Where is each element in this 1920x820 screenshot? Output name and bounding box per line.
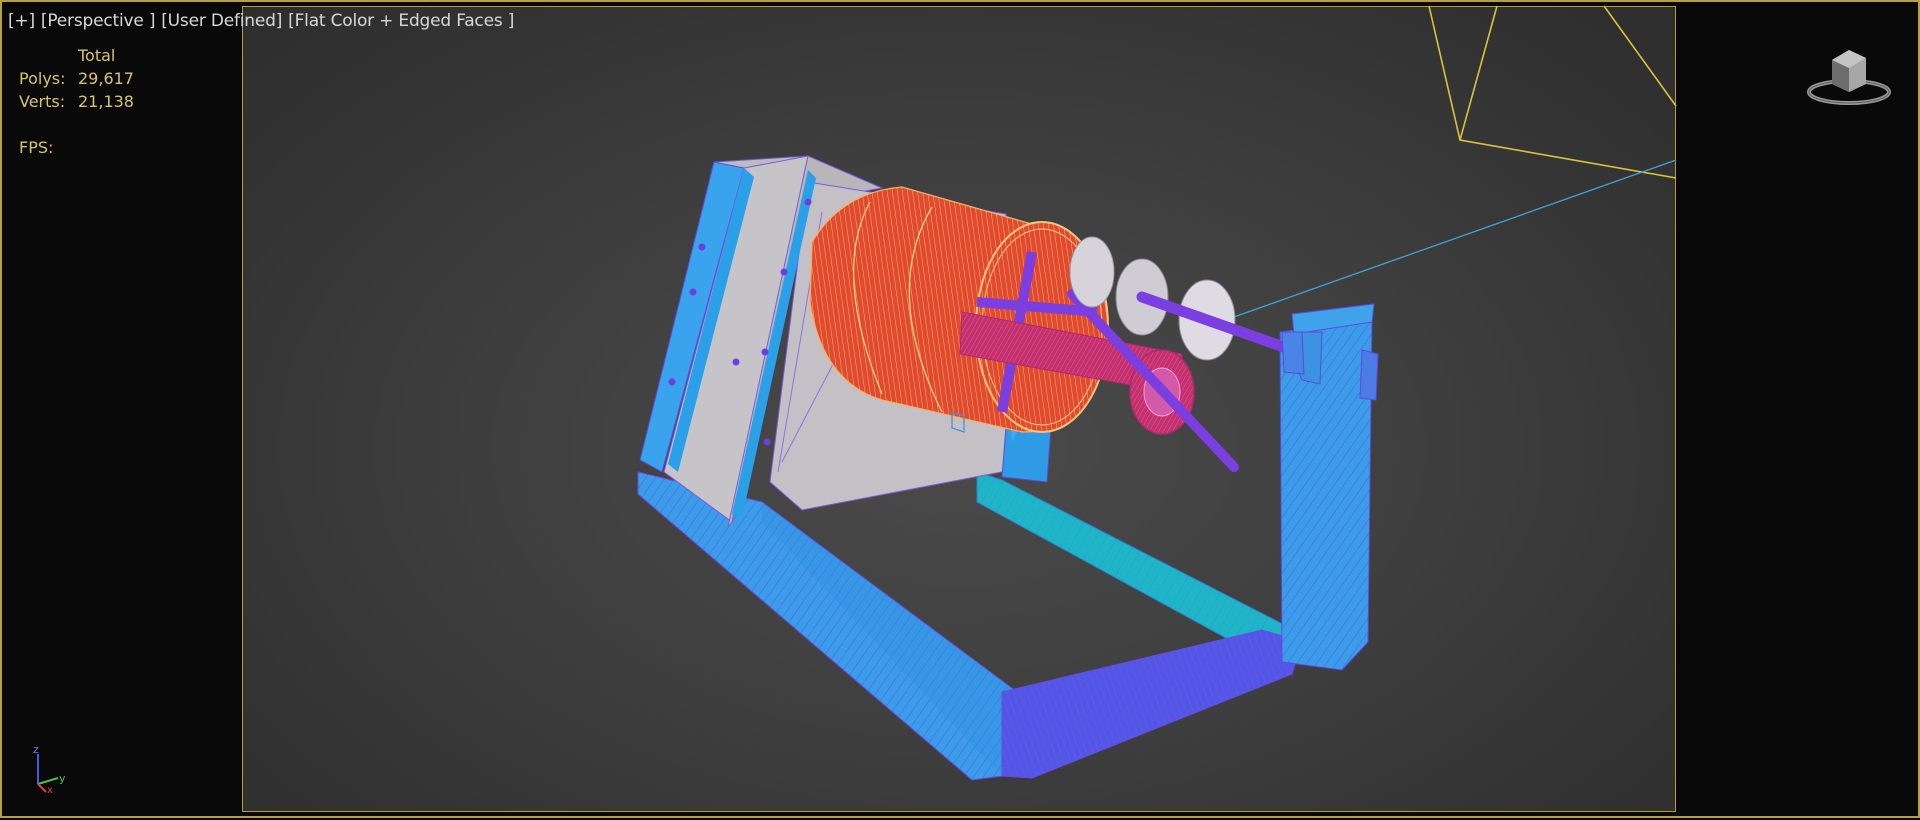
verts-value: 21,138 xyxy=(78,92,134,111)
fps-label: FPS: xyxy=(19,138,54,157)
viewport-menu-button[interactable]: [+] xyxy=(8,11,35,31)
stats-total-header: Total xyxy=(78,46,116,65)
view-mode-button[interactable]: [Perspective ] xyxy=(41,11,156,31)
verts-label: Verts: xyxy=(19,92,66,111)
axis-x-label: x xyxy=(47,785,53,794)
axis-y-label: y xyxy=(59,772,66,785)
perspective-viewport[interactable]: [+] [Perspective ] [User Defined] [Flat Col… xyxy=(0,0,1920,818)
axis-tripod-icon: z y x xyxy=(33,744,66,794)
scene-canvas[interactable] xyxy=(2,2,1920,820)
viewport-label[interactable]: [+] [Perspective ] [User Defined] [Flat Col… xyxy=(8,11,520,31)
shading-mode-button[interactable]: [Flat Color + Edged Faces ] xyxy=(288,11,514,31)
camera-gizmo[interactable] xyxy=(1233,5,1677,318)
viewcube-icon[interactable] xyxy=(1804,42,1894,112)
polys-label: Polys: xyxy=(19,69,66,88)
statistics-overlay: Total Polys: 29,617 Verts: 21,138 FPS: xyxy=(19,44,134,159)
axis-z-label: z xyxy=(33,744,39,756)
lighting-mode-button[interactable]: [User Defined] xyxy=(161,11,282,31)
polys-value: 29,617 xyxy=(78,69,134,88)
